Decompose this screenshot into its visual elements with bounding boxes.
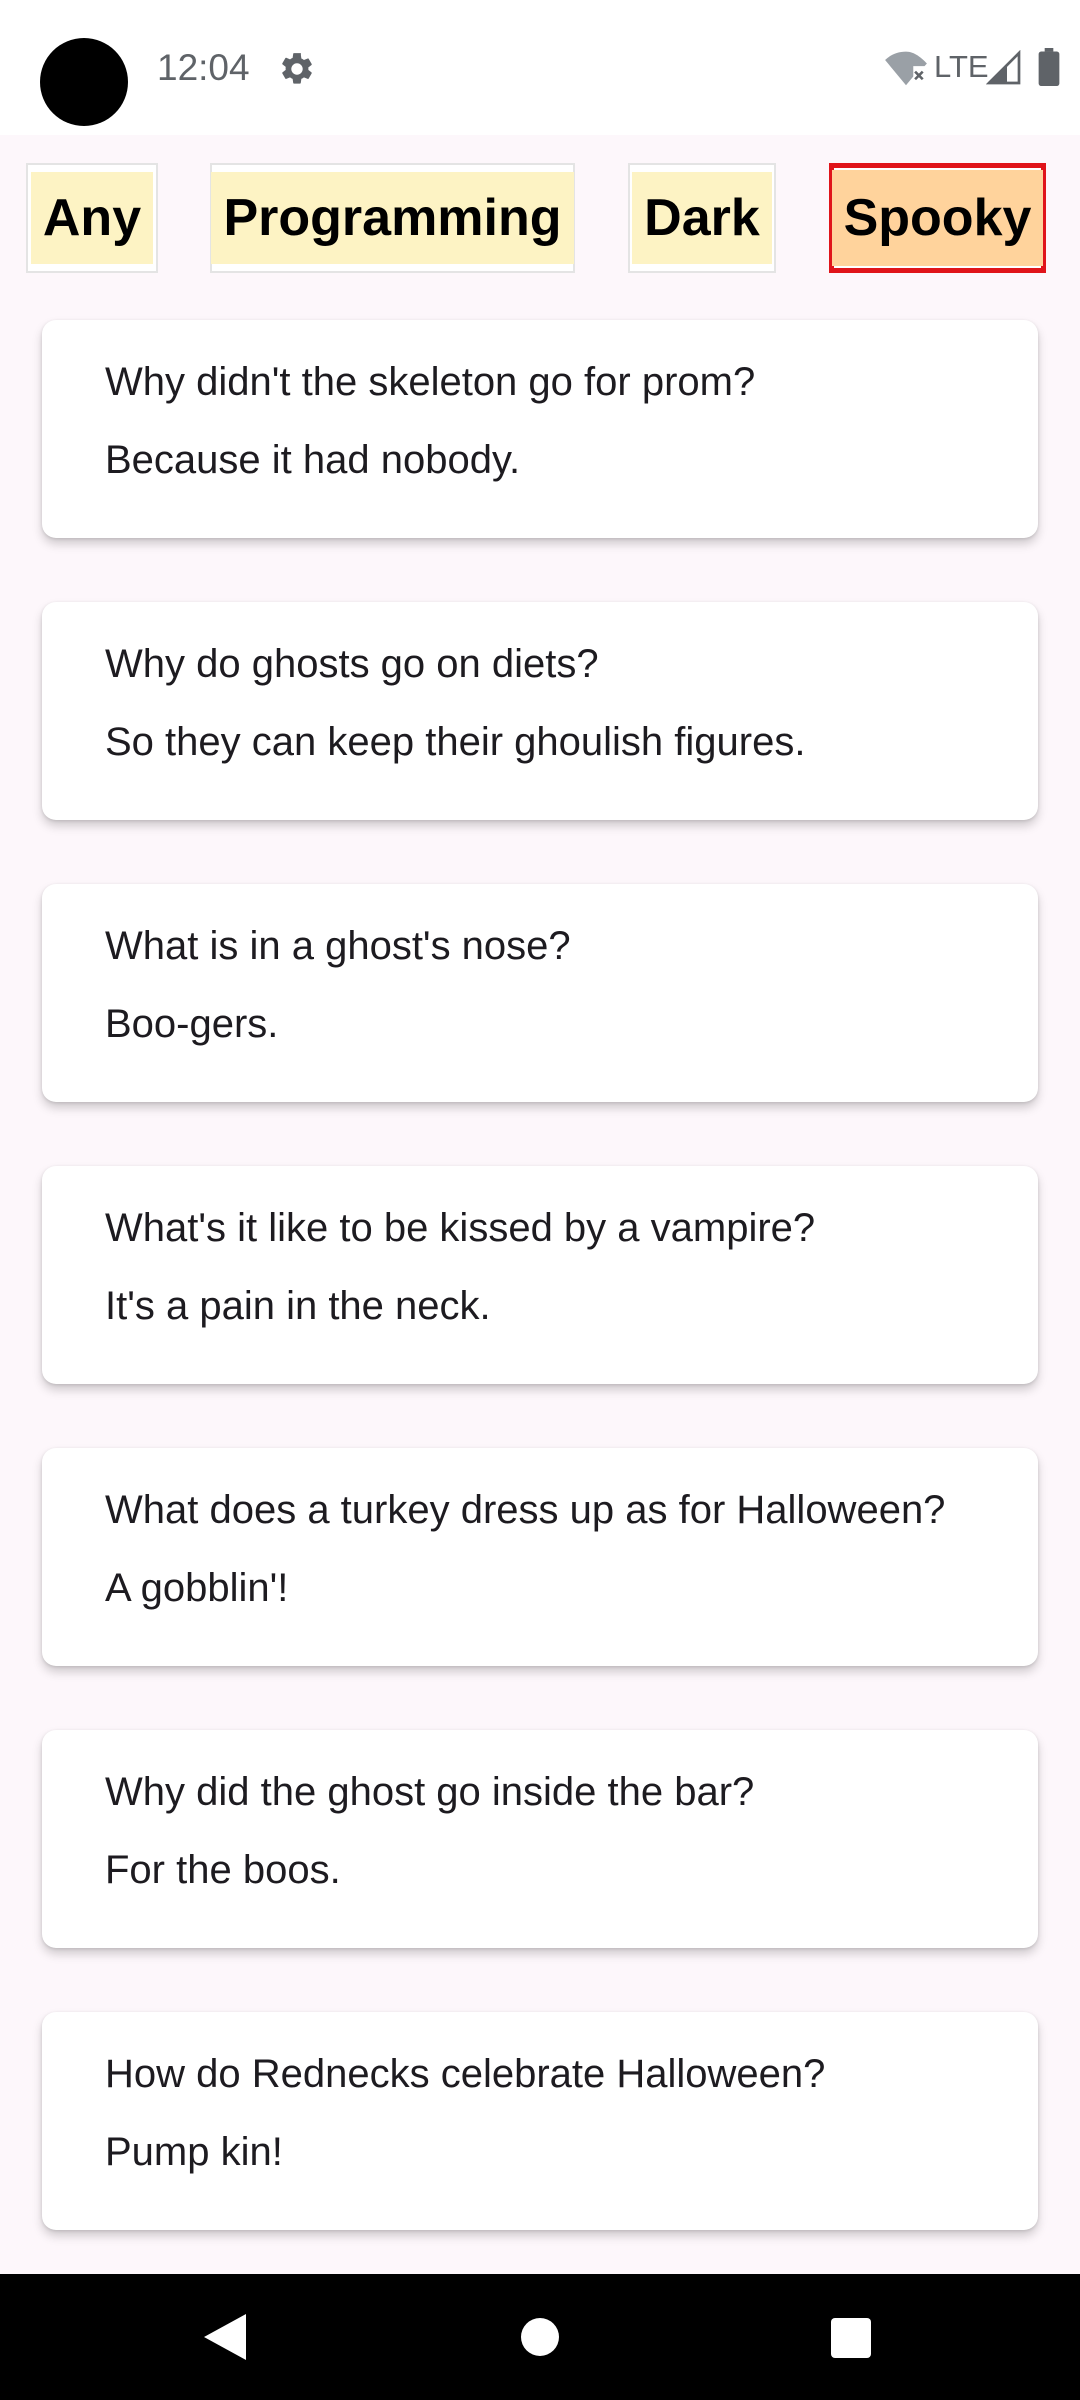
category-chip-spooky[interactable]: Spooky <box>829 163 1046 273</box>
wifi-off-icon <box>885 51 927 86</box>
joke-setup: What does a turkey dress up as for Hallo… <box>105 1488 946 1532</box>
battery-icon <box>1038 48 1060 86</box>
joke-card: What's it like to be kissed by a vampire… <box>42 1166 1038 1384</box>
category-chip-label: Dark <box>632 172 772 264</box>
status-bar: 12:04 LTE <box>0 0 1080 135</box>
joke-setup: What is in a ghost's nose? <box>105 924 571 968</box>
joke-delivery: Boo-gers. <box>105 1002 279 1046</box>
joke-setup: Why didn't the skeleton go for prom? <box>105 360 756 404</box>
category-chip-label: Spooky <box>831 170 1044 266</box>
navigation-bar <box>0 2274 1080 2400</box>
joke-setup: Why do ghosts go on diets? <box>105 642 599 686</box>
joke-delivery: So they can keep their ghoulish figures. <box>105 720 806 764</box>
network-type: LTE <box>934 49 989 84</box>
joke-setup: How do Rednecks celebrate Halloween? <box>105 2052 826 2096</box>
joke-delivery: It's a pain in the neck. <box>105 1284 491 1328</box>
status-time: 12:04 <box>157 47 250 88</box>
signal-icon <box>986 50 1021 85</box>
joke-setup: What's it like to be kissed by a vampire… <box>105 1206 816 1250</box>
joke-delivery: For the boos. <box>105 1848 341 1892</box>
category-chip-any[interactable]: Any <box>26 163 158 273</box>
joke-card: How do Rednecks celebrate Halloween? Pum… <box>42 2012 1038 2230</box>
category-chip-dark[interactable]: Dark <box>628 163 776 273</box>
camera-cutout <box>40 38 128 126</box>
joke-delivery: A gobblin'! <box>105 1566 289 1610</box>
category-bar: Any Programming Dark Spooky <box>0 135 1080 305</box>
joke-card: Why did the ghost go inside the bar? For… <box>42 1730 1038 1948</box>
back-icon[interactable] <box>204 2314 246 2360</box>
recents-icon[interactable] <box>831 2318 871 2358</box>
category-chip-programming[interactable]: Programming <box>210 163 575 273</box>
joke-card: Why do ghosts go on diets? So they can k… <box>42 602 1038 820</box>
joke-setup: Why did the ghost go inside the bar? <box>105 1770 755 1814</box>
joke-delivery: Pump kin! <box>105 2130 283 2174</box>
category-chip-label: Any <box>30 172 154 264</box>
gear-icon <box>282 53 312 84</box>
joke-card: What is in a ghost's nose? Boo-gers. <box>42 884 1038 1102</box>
category-chip-label: Programming <box>211 172 574 264</box>
joke-delivery: Because it had nobody. <box>105 438 521 482</box>
home-icon[interactable] <box>521 2318 559 2356</box>
joke-card: What does a turkey dress up as for Hallo… <box>42 1448 1038 1666</box>
joke-card: Why didn't the skeleton go for prom? Bec… <box>42 320 1038 538</box>
